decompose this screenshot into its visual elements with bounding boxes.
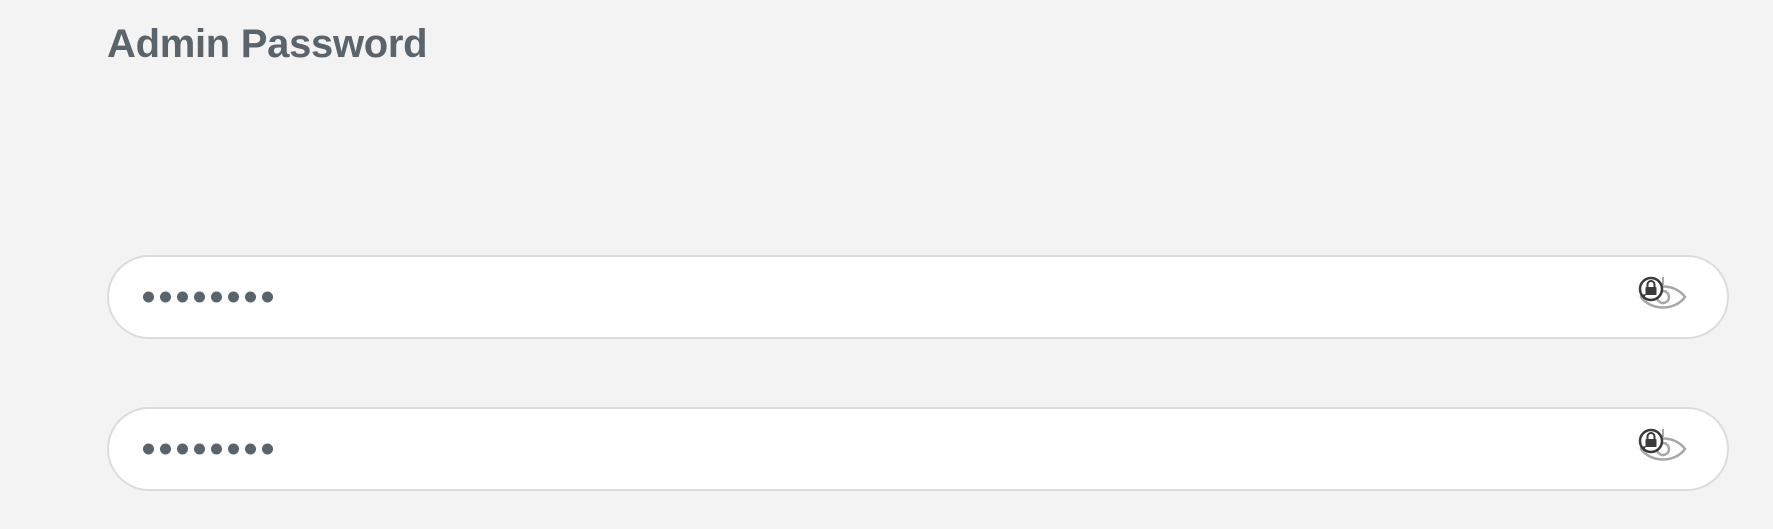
show-password-toggle[interactable] xyxy=(1637,275,1693,319)
confirm-password-masked-text: •••••••• xyxy=(109,409,110,410)
admin-password-page: Admin Password •••••••• xyxy=(0,0,1773,529)
password-masked-text: •••••••• xyxy=(109,257,110,258)
lock-refresh-icon xyxy=(1638,276,1664,302)
section-title: Admin Password xyxy=(107,22,428,66)
show-confirm-password-toggle[interactable] xyxy=(1637,427,1693,471)
confirm-password-input[interactable]: •••••••• xyxy=(107,407,1729,491)
password-input[interactable]: •••••••• xyxy=(107,255,1729,339)
lock-refresh-icon xyxy=(1638,428,1664,454)
password-masked-value xyxy=(143,291,273,303)
confirm-password-masked-value xyxy=(143,443,273,455)
